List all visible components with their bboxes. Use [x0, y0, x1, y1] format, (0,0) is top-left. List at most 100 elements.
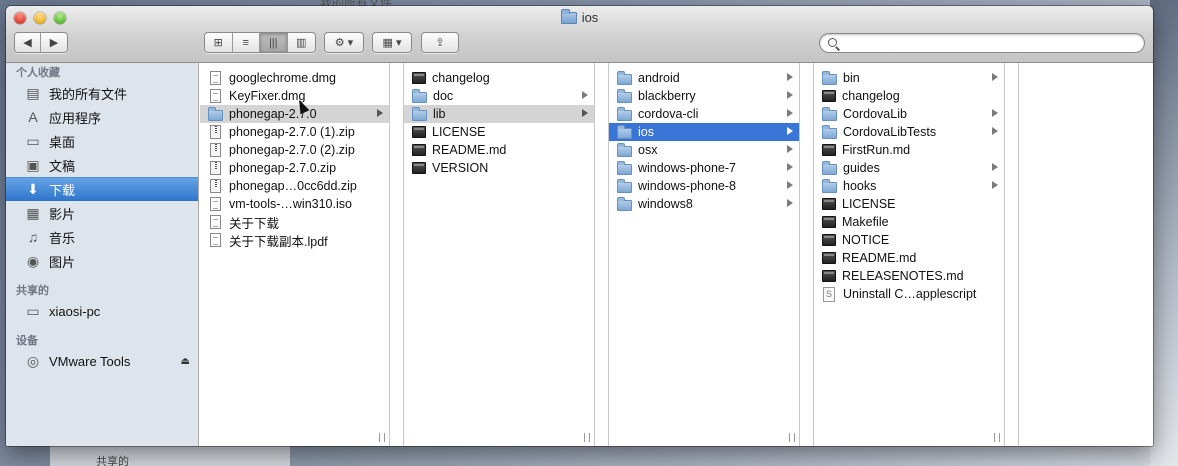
document-icon [210, 197, 221, 211]
item-label: CordovaLib [843, 107, 907, 121]
disclosure-arrow-icon [787, 163, 793, 171]
search-field[interactable] [819, 33, 1145, 53]
column-1: googlechrome.dmg KeyFixer.dmg phonegap-2.7… [200, 63, 390, 446]
file-item[interactable]: phonegap-2.7.0 (1).zip [200, 123, 389, 141]
window-title: ios [6, 8, 1153, 25]
executable-file-icon [412, 72, 426, 84]
column-5 [1019, 63, 1153, 446]
folder-item[interactable]: doc [404, 87, 594, 105]
folder-item[interactable]: windows-phone-8 [609, 177, 799, 195]
file-item[interactable]: Makefile [814, 213, 1004, 231]
file-item[interactable]: LICENSE [814, 195, 1004, 213]
file-item[interactable]: changelog [814, 87, 1004, 105]
file-item[interactable]: changelog [404, 69, 594, 87]
column-view-button[interactable]: ||| [260, 33, 288, 52]
folder-item[interactable]: android [609, 69, 799, 87]
coverflow-view-button[interactable]: ▥ [288, 33, 315, 52]
file-item[interactable]: googlechrome.dmg [200, 69, 389, 87]
action-menu[interactable]: ⚙ ▾ [324, 32, 364, 53]
column-resize-handle[interactable] [789, 433, 795, 442]
file-item[interactable]: vm-tools-…win310.iso [200, 195, 389, 213]
icon-view-button[interactable]: ⊞ [205, 33, 233, 52]
eject-icon[interactable]: ⏏ [181, 356, 190, 367]
file-item[interactable]: README.md [404, 141, 594, 159]
file-item[interactable]: FirstRun.md [814, 141, 1004, 159]
sidebar-item-label: VMware Tools [49, 353, 131, 369]
item-label: android [638, 71, 680, 85]
column-resize-handle[interactable] [994, 433, 1000, 442]
file-item[interactable]: README.md [814, 249, 1004, 267]
sidebar-item-all-files[interactable]: ▤ 我的所有文件 [6, 81, 198, 105]
desktop-background [1150, 0, 1178, 466]
folder-item[interactable]: windows-phone-7 [609, 159, 799, 177]
computer-icon: ▭ [26, 302, 40, 319]
folder-item[interactable]: guides [814, 159, 1004, 177]
disclosure-arrow-icon [787, 127, 793, 135]
arrange-button[interactable]: ▦ ▾ [373, 33, 411, 52]
sidebar-item-xiaosi-pc[interactable]: ▭ xiaosi-pc [6, 299, 198, 323]
forward-arrow-icon: ▶ [49, 37, 59, 49]
column-resize-handle[interactable] [584, 433, 590, 442]
folder-item[interactable]: hooks [814, 177, 1004, 195]
sidebar-item-movies[interactable]: ▦ 影片 [6, 201, 198, 225]
folder-item[interactable]: windows8 [609, 195, 799, 213]
folder-item[interactable]: blackberry [609, 87, 799, 105]
item-label: bin [843, 71, 860, 85]
file-item[interactable]: 关于下载副本.lpdf [200, 231, 389, 249]
list-view-button[interactable]: ≡ [233, 33, 260, 52]
documents-icon: ▣ [26, 156, 40, 173]
disclosure-arrow-icon [992, 127, 998, 135]
item-label: guides [843, 161, 880, 175]
sidebar-item-pictures[interactable]: ◉ 图片 [6, 249, 198, 273]
folder-item[interactable]: ios [609, 123, 799, 141]
folder-item[interactable]: phonegap-2.7.0 [200, 105, 389, 123]
arrange-menu[interactable]: ▦ ▾ [372, 32, 412, 53]
column-4: bin changelog CordovaLib CordovaLibTests Fir… [814, 63, 1005, 446]
sidebar-item-label: 音乐 [49, 230, 76, 246]
item-label: README.md [432, 143, 507, 157]
file-item[interactable]: LICENSE [404, 123, 594, 141]
movies-icon: ▦ [26, 204, 40, 221]
folder-item[interactable]: bin [814, 69, 1004, 87]
share-menu[interactable]: ⇪ [421, 32, 459, 53]
background-sidebar-label: 共享的 [96, 456, 129, 466]
file-item[interactable]: RELEASENOTES.md [814, 267, 1004, 285]
item-label: phonegap-2.7.0.zip [229, 161, 337, 175]
sidebar-item-applications[interactable]: A 应用程序 [6, 105, 198, 129]
desktop-icon: ▭ [26, 132, 40, 149]
arrange-icon: ▦ ▾ [382, 37, 402, 49]
action-button[interactable]: ⚙ ▾ [325, 33, 363, 52]
folder-item[interactable]: cordova-cli [609, 105, 799, 123]
file-item[interactable]: 关于下载 [200, 213, 389, 231]
file-item[interactable]: phonegap…0cc6dd.zip [200, 177, 389, 195]
sidebar-item-label: 文稿 [49, 158, 76, 174]
folder-item[interactable]: CordovaLibTests [814, 123, 1004, 141]
item-label: Makefile [842, 215, 889, 229]
sidebar-item-documents[interactable]: ▣ 文稿 [6, 153, 198, 177]
back-button[interactable]: ◀ [15, 33, 42, 52]
sidebar-item-desktop[interactable]: ▭ 桌面 [6, 129, 198, 153]
item-label: FirstRun.md [842, 143, 911, 157]
file-item[interactable]: VERSION [404, 159, 594, 177]
folder-icon [560, 8, 577, 24]
file-item[interactable]: phonegap-2.7.0.zip [200, 159, 389, 177]
forward-button[interactable]: ▶ [41, 33, 67, 52]
item-label: RELEASENOTES.md [842, 269, 964, 283]
file-item[interactable]: NOTICE [814, 231, 1004, 249]
folder-item[interactable]: lib [404, 105, 594, 123]
file-item[interactable]: Uninstall C…applescript [814, 285, 1004, 303]
item-label: NOTICE [842, 233, 890, 247]
zip-file-icon [210, 143, 221, 157]
titlebar[interactable]: ios ◀ ▶ ⊞ ≡ ||| ▥ ⚙ ▾ ▦ ▾ ⇪ [6, 6, 1153, 63]
sidebar-item-label: 图片 [49, 254, 76, 270]
file-item[interactable]: phonegap-2.7.0 (2).zip [200, 141, 389, 159]
column-resize-handle[interactable] [379, 433, 385, 442]
sidebar-item-downloads[interactable]: ⬇ 下载 [6, 177, 198, 201]
coverflow-view-icon: ▥ [296, 37, 307, 49]
share-button[interactable]: ⇪ [422, 33, 458, 52]
folder-item[interactable]: osx [609, 141, 799, 159]
search-input[interactable] [844, 36, 1134, 51]
sidebar-item-music[interactable]: ♫ 音乐 [6, 225, 198, 249]
sidebar-item-vmware-tools[interactable]: ◎ VMware Tools ⏏ [6, 349, 198, 373]
folder-item[interactable]: CordovaLib [814, 105, 1004, 123]
